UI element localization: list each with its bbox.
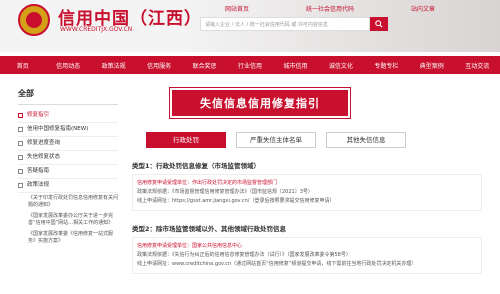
sidebar-item-progress-query[interactable]: 修复进度查询 <box>18 137 118 151</box>
nav-item-cases[interactable]: 典型案例 <box>409 61 454 70</box>
sidebar: 全部 修复指引 信用中国修复指南(NEW) 修复进度查询 失信修复状态 答疑指南… <box>18 88 118 247</box>
section-title: 类型1：行政处罚信息修复（市场监管领域） <box>132 162 261 170</box>
page-title-banner: 失信信息信用修复指引 <box>169 87 351 119</box>
document-icon <box>18 141 23 146</box>
sidebar-item-creditchina-guide[interactable]: 信用中国修复指南(NEW) <box>18 123 118 137</box>
search-icon <box>375 20 383 28</box>
nav-item-culture[interactable]: 诚信文化 <box>318 61 363 70</box>
search-button[interactable] <box>370 17 388 31</box>
nav-item-city[interactable]: 城市信用 <box>273 61 318 70</box>
sidebar-item-label: 答疑指南 <box>27 168 50 174</box>
section-line: 信用修复申请受理单位：作出行政处罚决定的市场监督管理部门 <box>137 180 278 186</box>
nav-item-interaction[interactable]: 互动交流 <box>455 61 500 70</box>
tab-serious-dishonesty-list[interactable]: 严重失信主体名单 <box>236 132 316 148</box>
sidebar-item-policies[interactable]: 政策法规 <box>18 179 118 193</box>
tab-other-dishonesty[interactable]: 其他失信信息 <box>326 132 406 148</box>
section-box: 信用修复申请受理单位：国家公共信用信息中心 政策法规依据：《失信行为纠正后的信用… <box>132 237 482 274</box>
sidebar-item-label: 信用中国修复指南(NEW) <box>27 126 89 132</box>
sidebar-subitem[interactable]: 《国家发展改革委办公厅关于进一步完善“信用中国”网站…相关工作的通知》 <box>18 211 118 229</box>
top-link-home[interactable]: 网站首页 <box>225 4 249 13</box>
top-link-credit-code[interactable]: 统一社会信用代码 <box>306 4 354 13</box>
nav-item-industry[interactable]: 行业信用 <box>227 61 272 70</box>
sidebar-item-faq[interactable]: 答疑指南 <box>18 165 118 179</box>
main-content: 失信信息信用修复指引 行政处罚 严重失信主体名单 其他失信信息 类型1：行政处罚… <box>132 87 482 274</box>
sidebar-title: 全部 <box>18 88 118 105</box>
sidebar-item-repair-guide[interactable]: 修复指引 <box>18 109 118 123</box>
document-icon <box>18 183 23 188</box>
document-icon <box>18 169 23 174</box>
section-type2: 类型2：除市场监管领域以外、其他领域行政处罚信息 信用修复申请受理单位：国家公共… <box>132 219 482 274</box>
document-icon <box>18 113 23 118</box>
section-type1: 类型1：行政处罚信息修复（市场监管领域） 信用修复申请受理单位：作出行政处罚决定… <box>132 156 482 211</box>
sidebar-subitem[interactable]: 《国家发展改革委《信用修复一站式服务》实施方案》 <box>18 229 118 247</box>
sidebar-item-label: 政策法规 <box>27 182 50 188</box>
section-line: 政策法规依据：《失信行为纠正后的信用信息修复管理办法（试行）》（国家发展改革委令… <box>137 252 351 258</box>
main-nav: 首页 信用动态 政策法规 信用服务 联合奖惩 行业信用 城市信用 诚信文化 专题… <box>0 56 500 74</box>
tab-bar: 行政处罚 严重失信主体名单 其他失信信息 <box>146 132 482 148</box>
national-emblem-icon <box>18 4 50 36</box>
site-url: WWW.CREDITJX.GOV.CN <box>60 26 133 33</box>
sidebar-subitem[interactable]: 《关于印发行政处罚信息信用修复有关问题的通知》 <box>18 193 118 211</box>
search-input[interactable]: 请输入企业 / 法人 / 统一社会信用代码 或 许可内容信息 <box>200 17 370 31</box>
sidebar-item-label: 修复指引 <box>27 112 50 118</box>
nav-item-rewards-penalties[interactable]: 联合奖惩 <box>182 61 227 70</box>
tab-administrative-penalty[interactable]: 行政处罚 <box>146 132 226 148</box>
document-icon <box>18 155 23 160</box>
sidebar-item-label: 失信修复状态 <box>27 154 61 160</box>
nav-item-policies[interactable]: 政策法规 <box>91 61 136 70</box>
site-header: 信用中国（江西） WWW.CREDITJX.GOV.CN 网站首页 统一社会信用… <box>0 0 500 52</box>
sidebar-item-status[interactable]: 失信修复状态 <box>18 151 118 165</box>
section-line: 信用修复申请受理单位：国家公共信用信息中心 <box>137 243 243 249</box>
top-links: 网站首页 统一社会信用代码 站内文章 <box>225 4 435 13</box>
section-box: 信用修复申请受理单位：作出行政处罚决定的市场监督管理部门 政策法规依据：《市场监… <box>132 174 482 211</box>
document-icon <box>18 127 23 132</box>
nav-item-home[interactable]: 首页 <box>0 61 45 70</box>
section-link-line[interactable]: 线上申请网址：https://gsxt.amr.jiangxi.gov.cn/（… <box>137 197 477 206</box>
section-link-line[interactable]: 线上申请网址：www.creditchina.gov.cn（通过网站首页“信用修… <box>137 260 477 269</box>
top-link-articles[interactable]: 站内文章 <box>411 4 435 13</box>
section-title: 类型2：除市场监管领域以外、其他领域行政处罚信息 <box>132 225 287 233</box>
nav-item-services[interactable]: 信用服务 <box>136 61 181 70</box>
nav-item-special[interactable]: 专题专栏 <box>364 61 409 70</box>
sidebar-item-label: 修复进度查询 <box>27 140 61 146</box>
section-line: 政策法规依据：《市场监督管理信用修复管理办法》（国市监信规〔2021〕3号） <box>137 189 313 195</box>
nav-item-news[interactable]: 信用动态 <box>45 61 90 70</box>
